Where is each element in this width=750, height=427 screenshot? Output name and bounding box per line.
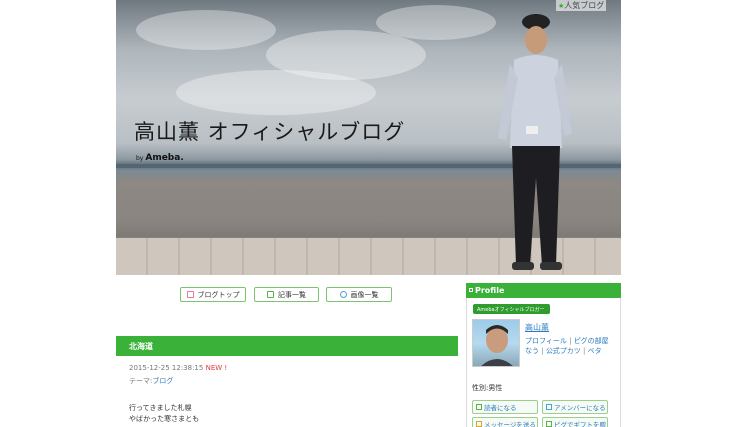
article-title[interactable]: 北海道	[116, 336, 458, 356]
article-datetime: 2015-12-25 12:38:15	[129, 364, 204, 372]
blog-top-label: ブログトップ	[197, 290, 240, 299]
article-body-line: 行ってきました札幌	[129, 404, 192, 412]
camera-icon	[339, 291, 347, 298]
pig-gift-label: ピグでギフトを贈	[554, 421, 606, 427]
images-list-label: 画像一覧	[350, 290, 379, 299]
now-link[interactable]: なう	[525, 347, 539, 355]
gender-label: 性別:男性	[472, 384, 503, 392]
article-theme: テーマ:ブログ	[129, 376, 173, 386]
send-message-label: メッセージを送る	[484, 421, 536, 427]
profile-header-label: Profile	[475, 286, 505, 295]
become-reader-button[interactable]: 読者になる	[472, 400, 538, 414]
article-meta: 2015-12-25 12:38:15 NEW !	[129, 364, 227, 372]
avatar-portrait	[481, 325, 513, 366]
become-amember-button[interactable]: アメンバーになる	[542, 400, 608, 414]
home-icon	[186, 291, 194, 298]
become-reader-label: 読者になる	[484, 404, 517, 412]
profile-links: プロフィール | ピグの部屋 なう | 公式プカツ | ベタ	[525, 337, 609, 355]
cloud-shape	[376, 5, 496, 40]
profile-header: Profile	[466, 283, 621, 298]
profile-name-link[interactable]: 高山薫	[525, 322, 549, 333]
official-blogger-badge: Amebaオフィシャルブロガー	[473, 304, 550, 314]
by-label: by	[136, 155, 144, 162]
cloud-shape	[136, 10, 276, 50]
reader-icon	[476, 404, 482, 410]
popular-blog-link[interactable]: ★人気ブログ	[556, 0, 607, 11]
entries-list-button[interactable]: 記事一覧	[254, 287, 319, 302]
popular-label: 人気ブログ	[564, 1, 605, 10]
mail-icon	[476, 421, 482, 427]
amember-icon	[546, 404, 552, 410]
box-icon	[469, 288, 473, 292]
blog-title[interactable]: 高山薫 オフィシャルブログ	[134, 116, 405, 146]
profile-link[interactable]: プロフィール	[525, 337, 567, 345]
theme-label: テーマ:	[129, 377, 153, 385]
ameba-logo: Ameba.	[145, 153, 184, 163]
theme-link[interactable]: ブログ	[152, 377, 173, 385]
blog-page: 高山薫 オフィシャルブログ by Ameba. ★人気ブログ ブログトップ 記事一…	[0, 0, 750, 427]
gift-icon	[546, 421, 552, 427]
send-message-button[interactable]: メッセージを送る	[472, 417, 538, 427]
become-amember-label: アメンバーになる	[554, 404, 606, 412]
article-body-line: やばかった寒さまとも	[129, 415, 200, 423]
new-badge: NEW !	[205, 364, 228, 372]
pig-room-link[interactable]: ピグの部屋	[574, 337, 609, 345]
entries-list-label: 記事一覧	[278, 290, 306, 299]
ameba-byline: by Ameba.	[136, 153, 184, 163]
pig-gift-button[interactable]: ピグでギフトを贈	[542, 417, 608, 427]
peta-link[interactable]: ベタ	[588, 347, 602, 355]
images-list-button[interactable]: 画像一覧	[326, 287, 392, 302]
document-icon	[267, 291, 274, 298]
blog-top-button[interactable]: ブログトップ	[180, 287, 246, 302]
person-photo	[498, 14, 572, 270]
header-banner[interactable]: 高山薫 オフィシャルブログ by Ameba.	[116, 0, 621, 275]
official-pukatsu-link[interactable]: 公式プカツ	[546, 347, 581, 355]
cloud-shape	[176, 70, 376, 115]
avatar[interactable]	[472, 319, 520, 367]
